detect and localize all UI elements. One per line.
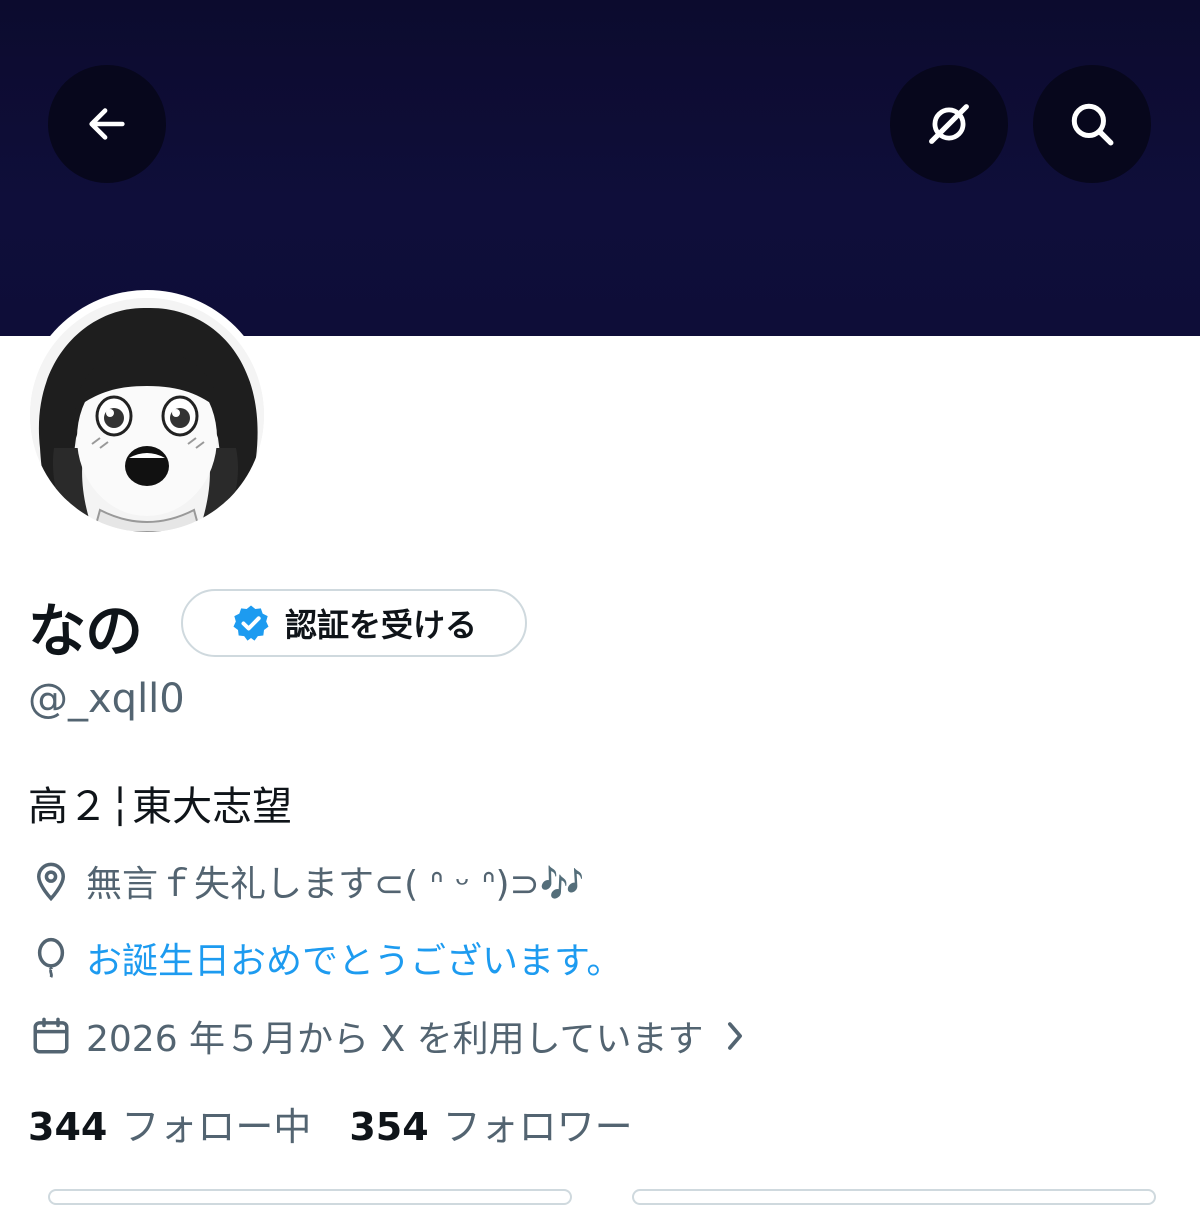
grok-icon — [929, 104, 969, 144]
avatar-illustration — [30, 298, 264, 532]
display-name: なの — [28, 597, 143, 665]
joined-row[interactable]: 2026 年５月から X を利用しています — [28, 1010, 748, 1062]
location-pin-icon — [28, 858, 74, 904]
back-arrow-icon — [89, 108, 125, 140]
followers-label: フォロワー — [442, 1105, 633, 1149]
chevron-right-icon — [722, 1019, 748, 1053]
verified-badge-icon — [233, 605, 269, 641]
location-row: 無言ｆ失礼します⊂( ᐢ ᵕ ᐢ)⊃🎶 — [28, 855, 584, 907]
avatar[interactable] — [30, 298, 264, 532]
search-icon — [1071, 103, 1114, 146]
get-verified-label: 認証を受ける — [284, 606, 477, 644]
get-verified-button[interactable]: 認証を受ける — [181, 589, 527, 657]
follow-stats: 344 フォロー中 354 フォロワー — [28, 1096, 633, 1151]
username-handle: @_xqll0 — [28, 676, 185, 722]
search-button[interactable] — [1033, 65, 1151, 183]
joined-text: 2026 年５月から X を利用しています — [86, 1019, 704, 1060]
bottom-button-left[interactable] — [48, 1189, 572, 1205]
birthday-row[interactable]: お誕生日おめでとうございます。 — [28, 932, 622, 984]
profile-banner[interactable] — [0, 0, 1200, 336]
bottom-button-right[interactable] — [632, 1189, 1156, 1205]
bio-text: 高２╎東大志望 — [28, 784, 293, 830]
balloon-icon — [28, 935, 74, 981]
following-link[interactable]: 344 フォロー中 — [28, 1096, 311, 1151]
followers-link[interactable]: 354 フォロワー — [349, 1096, 632, 1151]
following-count: 344 — [28, 1105, 108, 1149]
grok-button[interactable] — [890, 65, 1008, 183]
birthday-link[interactable]: お誕生日おめでとうございます。 — [86, 932, 622, 984]
back-button[interactable] — [48, 65, 166, 183]
calendar-icon — [28, 1013, 74, 1059]
followers-count: 354 — [349, 1105, 429, 1149]
following-label: フォロー中 — [121, 1105, 312, 1149]
location-text: 無言ｆ失礼します⊂( ᐢ ᵕ ᐢ)⊃🎶 — [86, 864, 585, 905]
